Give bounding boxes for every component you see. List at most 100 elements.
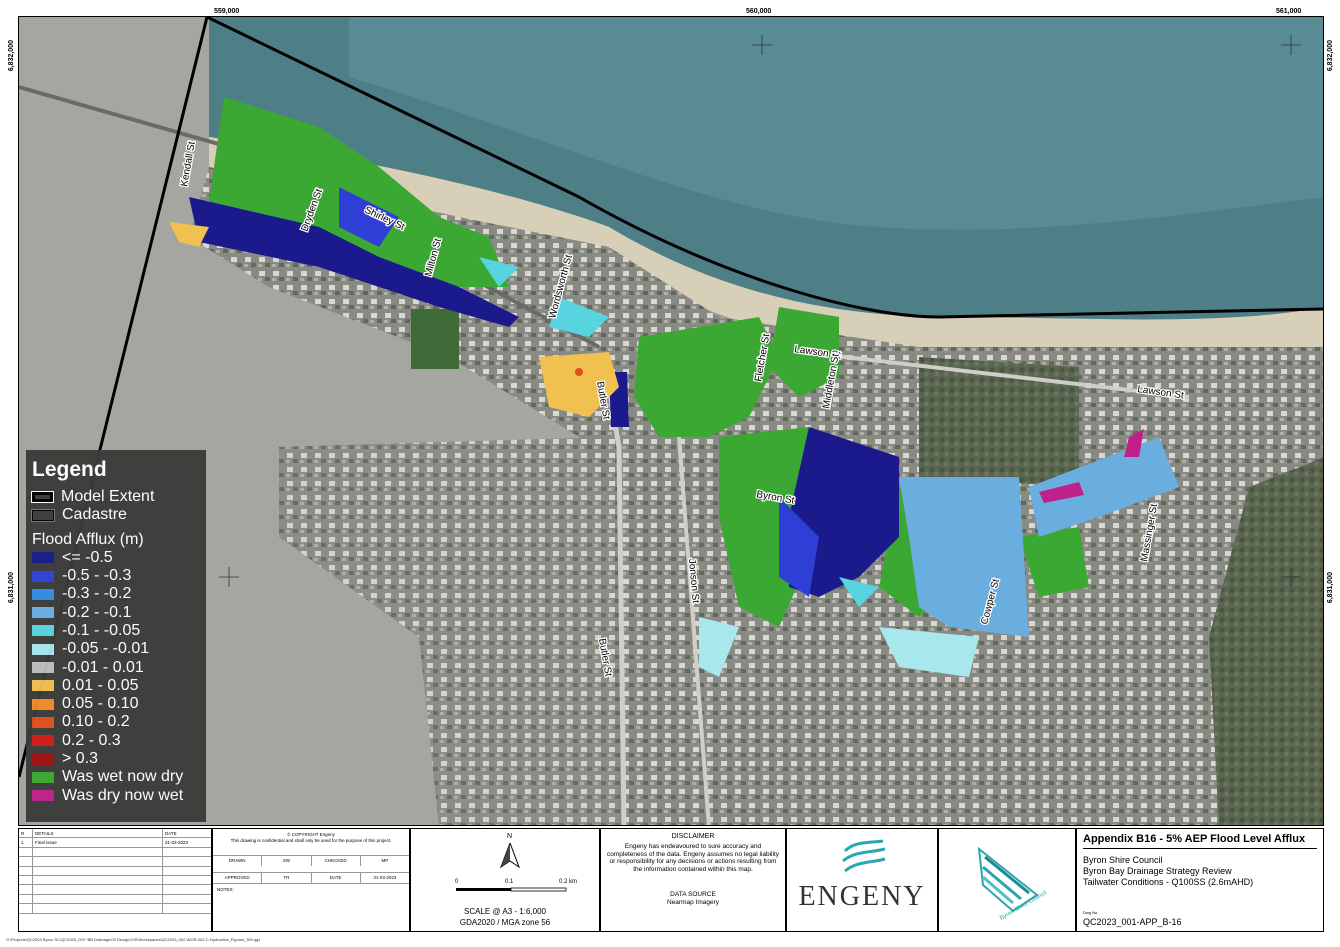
scale-tick-0: 0 bbox=[455, 879, 459, 885]
revision-row-empty bbox=[19, 875, 211, 886]
coord-left-1: 6,832,000 bbox=[8, 40, 15, 72]
date-value: 31-03-2023 bbox=[373, 875, 397, 880]
legend-swatch bbox=[32, 771, 54, 783]
legend-class-label: 0.2 - 0.3 bbox=[62, 731, 121, 749]
legend-cadastre: Cadastre bbox=[31, 506, 200, 524]
north-arrow-icon bbox=[499, 843, 521, 869]
legend-class-item: -0.05 - -0.01 bbox=[32, 640, 200, 658]
legend-swatch bbox=[32, 698, 54, 710]
coord-top-3: 561,000 bbox=[1276, 8, 1302, 15]
legend-swatch bbox=[32, 680, 54, 692]
legend-class-label: Was dry now wet bbox=[62, 786, 184, 804]
legend-class-item: -0.1 - -0.05 bbox=[32, 622, 200, 640]
revision-row-empty bbox=[19, 857, 211, 867]
copyright-text: This drawing is confidential and shall o… bbox=[230, 838, 392, 843]
legend-class-label: Was wet now dry bbox=[62, 768, 184, 786]
data-source: Nearmap Imagery bbox=[666, 899, 720, 906]
legend-title: Legend bbox=[32, 458, 107, 481]
legend-swatch bbox=[32, 753, 54, 765]
legend-class-item: Was dry now wet bbox=[32, 786, 200, 804]
legend-class-item: 0.10 - 0.2 bbox=[32, 713, 200, 731]
scale-tick-2: 0.2 km bbox=[559, 879, 578, 885]
legend-label: Cadastre bbox=[62, 506, 127, 524]
scenario-name: Tailwater Conditions - Q100SS (2.6mAHD) bbox=[1083, 877, 1254, 887]
rev-col-r: R bbox=[19, 829, 33, 838]
map-canvas[interactable]: Kendall St Dryden St Shirley St Milton S… bbox=[18, 16, 1324, 826]
copyright-title: © COPYRIGHT Engeny bbox=[287, 832, 335, 837]
scale-bar bbox=[456, 887, 567, 892]
rev-number: 1 bbox=[19, 838, 33, 847]
date-label: DATE bbox=[312, 873, 361, 883]
engeny-wave-icon bbox=[842, 839, 886, 873]
file-path: G:\Projects\QC2003 Byron SC\QC2003_002 *… bbox=[6, 937, 261, 942]
legend-class-item: 0.01 - 0.05 bbox=[32, 677, 200, 695]
copyright-box: © COPYRIGHT Engeny This drawing is confi… bbox=[212, 828, 410, 932]
scale-text: SCALE @ A3 - 1:6,000 bbox=[464, 907, 546, 916]
scale-box: N 0 0.1 0.2 km SCALE @ A3 - 1:6,000 GDA2… bbox=[410, 828, 600, 932]
data-source-title: DATA SOURCE bbox=[670, 891, 716, 898]
disclaimer-box: DISCLAIMER Engeny has endeavoured to sur… bbox=[600, 828, 786, 932]
legend-class-item: > 0.3 bbox=[32, 750, 200, 768]
legend-class-label: -0.5 - -0.3 bbox=[62, 567, 132, 585]
coord-right-1: 6,832,000 bbox=[1327, 40, 1334, 72]
legend-swatch bbox=[32, 716, 54, 728]
revision-row-empty bbox=[19, 885, 211, 895]
revision-row: 1 Final Issue 31-03-2023 bbox=[19, 838, 211, 848]
signoff-grid: DRAWN SW CHECKED MP APPROVED TR DATE 31-… bbox=[213, 855, 409, 895]
rev-details: Final Issue bbox=[33, 838, 163, 847]
title-block: Appendix B16 - 5% AEP Flood Level Afflux… bbox=[1076, 828, 1324, 932]
drawing-number: QC2023_001-APP_B-16 bbox=[1083, 917, 1182, 927]
scale-tick-1: 0.1 bbox=[505, 879, 514, 885]
legend-class-label: -0.1 - -0.05 bbox=[62, 621, 141, 639]
coord-top-1: 559,000 bbox=[214, 8, 240, 15]
legend-class-item: -0.2 - -0.1 bbox=[32, 603, 200, 621]
legend-swatch bbox=[32, 607, 54, 619]
checked-label: CHECKED bbox=[312, 856, 361, 866]
disclaimer-text: Engeny has endeavoured to sure accuracy … bbox=[607, 843, 779, 873]
rev-col-date: DATE bbox=[165, 831, 177, 836]
notes-label: NOTES: bbox=[213, 883, 409, 895]
rev-date: 31-03-2023 bbox=[165, 840, 189, 846]
council-logo: Byron Shire Council bbox=[938, 828, 1076, 932]
legend-class-item: -0.3 - -0.2 bbox=[32, 585, 200, 603]
legend-swatch bbox=[32, 625, 54, 637]
legend-class-label: -0.3 - -0.2 bbox=[62, 585, 132, 603]
legend-section-title: Flood Afflux (m) bbox=[32, 530, 144, 548]
north-label: N bbox=[507, 833, 513, 840]
legend-label: Model Extent bbox=[61, 488, 155, 506]
legend-class-item: <= -0.5 bbox=[32, 549, 200, 567]
legend-class-item: Was wet now dry bbox=[32, 768, 200, 786]
map-legend: Legend Model Extent Cadastre Flood Afflu… bbox=[26, 450, 206, 822]
legend-swatch bbox=[32, 552, 54, 564]
revision-row-empty bbox=[19, 847, 211, 858]
coord-right-2: 6,831,000 bbox=[1327, 572, 1334, 604]
legend-class-label: 0.01 - 0.05 bbox=[62, 676, 139, 694]
legend-class-label: > 0.3 bbox=[62, 750, 99, 767]
engeny-logo: ENGENY bbox=[786, 828, 938, 932]
revision-row-empty bbox=[19, 866, 211, 876]
legend-class-item: -0.01 - 0.01 bbox=[32, 658, 200, 676]
revision-table: R DETAILS DATE 1 Final Issue 31-03-2023 bbox=[18, 828, 212, 932]
rev-col-details: DETAILS bbox=[33, 829, 163, 838]
legend-swatch bbox=[32, 588, 54, 600]
legend-model-extent: Model Extent bbox=[31, 488, 200, 506]
legend-swatch-cadastre bbox=[31, 508, 55, 522]
legend-swatch bbox=[32, 735, 54, 747]
client-name: Byron Shire Council bbox=[1083, 855, 1163, 865]
legend-classes: <= -0.5 -0.5 - -0.3 -0.3 - -0.2 -0.2 - -0.1… bbox=[32, 549, 200, 805]
legend-swatch bbox=[32, 662, 54, 674]
legend-class-label: -0.01 - 0.01 bbox=[62, 658, 144, 676]
engeny-wordmark: ENGENY bbox=[798, 881, 926, 912]
disclaimer-title: DISCLAIMER bbox=[671, 833, 715, 840]
approved-value: TR bbox=[262, 873, 312, 883]
legend-class-item: 0.2 - 0.3 bbox=[32, 732, 200, 750]
legend-class-label: -0.05 - -0.01 bbox=[62, 640, 150, 658]
revision-header: R DETAILS DATE bbox=[19, 829, 211, 839]
legend-swatch-extent bbox=[31, 491, 54, 504]
drawn-value: SW bbox=[262, 856, 312, 866]
map-sheet: 559,000 560,000 561,000 6,832,000 6,831,… bbox=[0, 0, 1340, 947]
legend-class-item: 0.05 - 0.10 bbox=[32, 695, 200, 713]
approved-label: APPROVED bbox=[213, 873, 263, 883]
legend-swatch bbox=[32, 790, 54, 802]
legend-swatch bbox=[32, 570, 54, 582]
